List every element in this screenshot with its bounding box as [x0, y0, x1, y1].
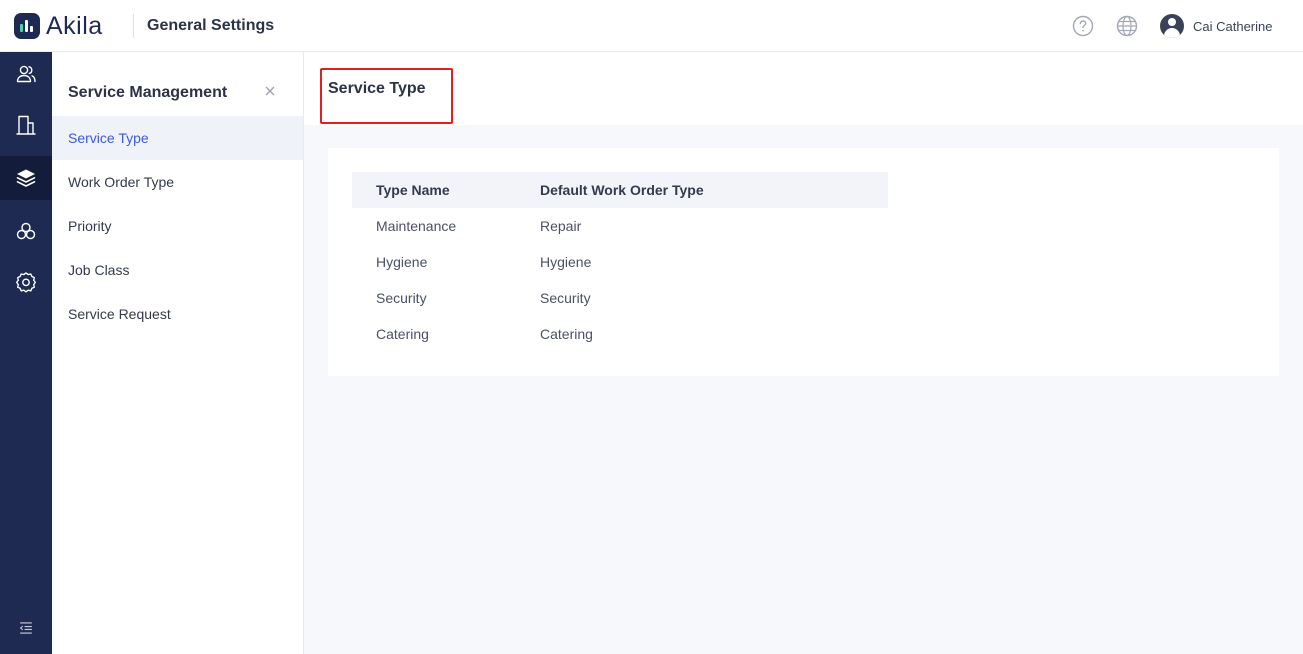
cell-type-name: Hygiene	[376, 254, 428, 270]
rail-item-settings[interactable]	[0, 260, 52, 304]
submenu-item-priority[interactable]: Priority	[52, 204, 303, 248]
table-row[interactable]: Hygiene Hygiene	[352, 244, 888, 280]
logo-mark-icon	[14, 13, 40, 39]
flower-icon	[16, 222, 36, 240]
submenu-item-job-class[interactable]: Job Class	[52, 248, 303, 292]
rail-item-integrations[interactable]	[0, 209, 52, 253]
brand-logo[interactable]: Akila	[14, 12, 103, 40]
header-divider	[133, 14, 134, 38]
page-header: Service Type	[304, 52, 1303, 125]
service-management-menu: Service Management Service Type Work Ord…	[52, 52, 304, 654]
rail-item-buildings[interactable]	[0, 103, 52, 147]
user-name: Cai Catherine	[1193, 18, 1273, 34]
highlight-annotation	[320, 68, 453, 124]
top-header: Akila General Settings Cai Catherine	[0, 0, 1303, 52]
rail-item-services[interactable]	[0, 156, 52, 200]
user-menu[interactable]: Cai Catherine	[1160, 14, 1273, 38]
submenu-title: Service Management	[68, 84, 228, 101]
submenu-item-service-request[interactable]: Service Request	[52, 292, 303, 336]
submenu-item-service-type[interactable]: Service Type	[52, 116, 303, 160]
cell-type-name: Security	[376, 290, 427, 306]
gear-icon	[16, 272, 36, 293]
service-type-table: Type Name Default Work Order Type Mainte…	[352, 172, 888, 352]
main-content: Service Type Type Name Default Work Orde…	[304, 52, 1303, 654]
close-icon[interactable]	[262, 83, 278, 99]
layers-icon	[16, 169, 36, 187]
cell-default-work-order-type: Security	[540, 290, 591, 306]
menu-collapse-icon	[19, 622, 32, 634]
rail-item-users[interactable]	[0, 52, 52, 96]
brand-name: Akila	[46, 12, 103, 40]
rail-collapse-button[interactable]	[0, 606, 52, 650]
table-row[interactable]: Maintenance Repair	[352, 208, 888, 244]
service-type-card: Type Name Default Work Order Type Mainte…	[328, 148, 1279, 376]
cell-default-work-order-type: Catering	[540, 326, 593, 342]
table-row[interactable]: Catering Catering	[352, 316, 888, 352]
cell-default-work-order-type: Repair	[540, 218, 582, 234]
column-header-type-name: Type Name	[376, 182, 450, 198]
cell-type-name: Catering	[376, 326, 429, 342]
table-header: Type Name Default Work Order Type	[352, 172, 888, 208]
app-title: General Settings	[147, 17, 275, 34]
cell-default-work-order-type: Hygiene	[540, 254, 592, 270]
table-row[interactable]: Security Security	[352, 280, 888, 316]
users-icon	[16, 65, 36, 83]
help-icon[interactable]	[1072, 15, 1094, 37]
column-header-default-work-order-type: Default Work Order Type	[540, 182, 704, 198]
avatar	[1160, 14, 1184, 38]
cell-type-name: Maintenance	[376, 218, 457, 234]
globe-icon[interactable]	[1116, 15, 1138, 37]
nav-rail	[0, 52, 52, 654]
building-icon	[16, 115, 36, 135]
submenu-item-work-order-type[interactable]: Work Order Type	[52, 160, 303, 204]
